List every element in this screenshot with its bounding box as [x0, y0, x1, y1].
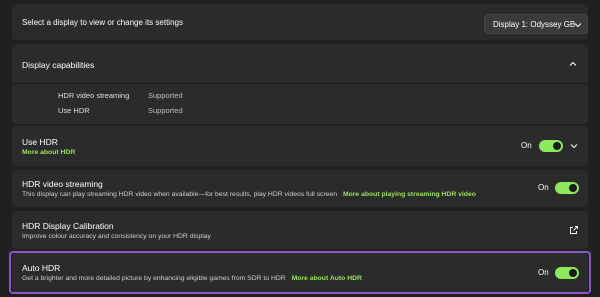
display-capabilities-title: Display capabilities: [22, 60, 95, 70]
chevron-down-icon: [574, 23, 582, 28]
capability-value: Supported: [148, 91, 183, 100]
auto-hdr-highlight-frame: [9, 251, 591, 294]
capability-label: HDR video streaming: [58, 91, 130, 100]
chevron-down-icon[interactable]: [569, 141, 579, 151]
hdr-streaming-link[interactable]: More about playing streaming HDR video: [343, 191, 476, 198]
display-capabilities-header[interactable]: Display capabilities: [12, 44, 588, 84]
display-dropdown-value: Display 1: Odyssey GB: [493, 20, 576, 29]
use-hdr-link[interactable]: More about HDR: [22, 149, 75, 156]
chevron-up-icon: [569, 61, 577, 66]
use-hdr-card: Use HDR More about HDR On: [12, 126, 588, 166]
hdr-streaming-state-label: On: [538, 183, 549, 192]
hdr-calibration-card[interactable]: HDR Display Calibration Improve colour a…: [12, 211, 588, 249]
use-hdr-title: Use HDR: [22, 137, 58, 147]
display-selector-card: Select a display to view or change its s…: [12, 4, 588, 40]
use-hdr-toggle[interactable]: [539, 140, 563, 152]
hdr-streaming-desc-line: This display can play streaming HDR vide…: [22, 191, 476, 198]
capability-value: Supported: [148, 106, 183, 115]
display-capabilities-card: Display capabilities HDR video streaming…: [12, 44, 588, 124]
use-hdr-state-label: On: [521, 141, 532, 150]
external-link-icon[interactable]: [569, 225, 579, 235]
hdr-streaming-toggle[interactable]: [555, 182, 579, 194]
hdr-streaming-title: HDR video streaming: [22, 179, 103, 189]
hdr-streaming-card: HDR video streaming This display can pla…: [12, 170, 588, 207]
display-selector-prompt: Select a display to view or change its s…: [22, 18, 183, 27]
hdr-calibration-title: HDR Display Calibration: [22, 221, 114, 231]
hdr-calibration-desc: Improve colour accuracy and consistency …: [22, 233, 211, 240]
hdr-streaming-desc: This display can play streaming HDR vide…: [22, 191, 338, 198]
capability-label: Use HDR: [58, 106, 90, 115]
display-dropdown[interactable]: Display 1: Odyssey GB: [484, 14, 588, 34]
